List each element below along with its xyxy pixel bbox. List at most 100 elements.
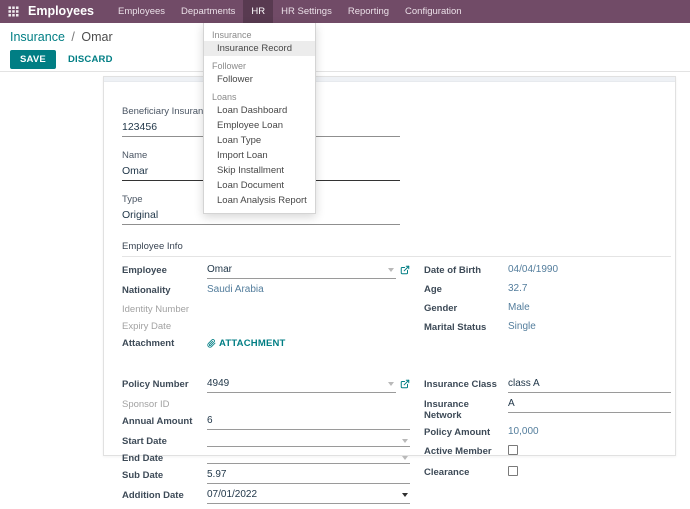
field-start-date: Start Date bbox=[122, 435, 410, 447]
breadcrumb-separator: / bbox=[68, 30, 77, 44]
insurance-network-value: A bbox=[508, 398, 515, 409]
start-date-label: Start Date bbox=[122, 435, 207, 447]
menu-item-import-loan[interactable]: Import Loan bbox=[204, 148, 315, 163]
start-date-input[interactable] bbox=[207, 435, 410, 447]
field-insurance-class: Insurance Class class A bbox=[424, 378, 671, 393]
paperclip-icon bbox=[207, 339, 216, 348]
end-date-label: End Date bbox=[122, 452, 207, 464]
end-date-input[interactable] bbox=[207, 452, 410, 464]
date-of-birth-label: Date of Birth bbox=[424, 264, 508, 276]
field-expiry-date: Expiry Date bbox=[122, 320, 410, 332]
annual-amount-label: Annual Amount bbox=[122, 415, 207, 427]
save-button[interactable]: SAVE bbox=[10, 50, 56, 69]
employee-dropdown-caret-icon[interactable] bbox=[388, 268, 394, 272]
sub-date-input[interactable]: 5.97 bbox=[207, 469, 410, 484]
attachment-button-label: ATTACHMENT bbox=[219, 338, 286, 349]
sponsor-id-value bbox=[207, 398, 410, 410]
active-member-checkbox[interactable] bbox=[508, 445, 518, 455]
menu-item-hr[interactable]: HR bbox=[243, 0, 273, 23]
insurance-details-group: Policy Number 4949 Sponsor ID Annual Amo… bbox=[122, 378, 671, 509]
nationality-value: Saudi Arabia bbox=[207, 284, 410, 298]
menu-item-follower[interactable]: Follower bbox=[204, 72, 315, 87]
date-of-birth-value: 04/04/1990 bbox=[508, 264, 671, 278]
menu-item-insurance-record[interactable]: Insurance Record bbox=[204, 41, 315, 56]
dropdown-section-loans: Loans bbox=[204, 87, 315, 103]
field-sub-date: Sub Date 5.97 bbox=[122, 469, 410, 484]
active-member-field bbox=[508, 445, 671, 461]
employee-label: Employee bbox=[122, 264, 207, 276]
employee-external-link-icon[interactable] bbox=[400, 265, 410, 275]
gender-value: Male bbox=[508, 302, 671, 316]
breadcrumb-parent-link[interactable]: Insurance bbox=[10, 30, 65, 44]
age-label: Age bbox=[424, 283, 508, 295]
insurance-class-input[interactable]: class A bbox=[508, 378, 671, 393]
active-member-label: Active Member bbox=[424, 445, 508, 457]
field-attachment: Attachment ATTACHMENT bbox=[122, 337, 410, 354]
employee-info-section-title: Employee Info bbox=[122, 241, 671, 257]
addition-date-value: 07/01/2022 bbox=[207, 489, 257, 500]
policy-amount-label: Policy Amount bbox=[424, 426, 508, 438]
discard-button[interactable]: DISCARD bbox=[62, 51, 119, 68]
breadcrumb: Insurance / Omar bbox=[10, 30, 680, 44]
annual-amount-input[interactable]: 6 bbox=[207, 415, 410, 430]
insurance-network-input[interactable]: A bbox=[508, 398, 671, 413]
employee-input[interactable]: Omar bbox=[207, 264, 396, 279]
insurance-class-label: Insurance Class bbox=[424, 378, 508, 390]
field-annual-amount: Annual Amount 6 bbox=[122, 415, 410, 430]
identity-number-label: Identity Number bbox=[122, 303, 207, 315]
policy-number-external-link-icon[interactable] bbox=[400, 379, 410, 389]
menu-item-employee-loan[interactable]: Employee Loan bbox=[204, 118, 315, 133]
field-employee: Employee Omar bbox=[122, 264, 410, 279]
menu-item-skip-installment[interactable]: Skip Installment bbox=[204, 163, 315, 178]
field-policy-number: Policy Number 4949 bbox=[122, 378, 410, 393]
field-marital-status: Marital Status Single bbox=[424, 321, 671, 335]
age-value: 32.7 bbox=[508, 283, 671, 297]
clearance-checkbox[interactable] bbox=[508, 466, 518, 476]
field-active-member: Active Member bbox=[424, 445, 671, 461]
addition-date-input[interactable]: 07/01/2022 bbox=[207, 489, 410, 504]
field-age: Age 32.7 bbox=[424, 283, 671, 297]
policy-number-dropdown-caret-icon[interactable] bbox=[388, 382, 394, 386]
policy-number-value: 4949 bbox=[207, 378, 229, 389]
menu-item-loan-type[interactable]: Loan Type bbox=[204, 133, 315, 148]
top-navbar: Employees Employees Departments HR HR Se… bbox=[0, 0, 690, 23]
menu-item-loan-document[interactable]: Loan Document bbox=[204, 178, 315, 193]
employee-value: Omar bbox=[207, 264, 232, 275]
menu-item-configuration[interactable]: Configuration bbox=[397, 0, 470, 23]
policy-number-label: Policy Number bbox=[122, 378, 207, 390]
control-panel-buttons: SAVE DISCARD bbox=[10, 50, 680, 69]
menu-item-employees[interactable]: Employees bbox=[110, 0, 173, 23]
policy-number-input[interactable]: 4949 bbox=[207, 378, 396, 393]
menu-item-loan-analysis-report[interactable]: Loan Analysis Report bbox=[204, 193, 315, 208]
apps-menu-button[interactable] bbox=[0, 0, 26, 23]
field-end-date: End Date bbox=[122, 452, 410, 464]
employee-info-group: Employee Omar Nationality Saudi Arabia I… bbox=[122, 264, 671, 359]
marital-status-value: Single bbox=[508, 321, 671, 335]
sponsor-id-label: Sponsor ID bbox=[122, 398, 207, 410]
menu-item-loan-dashboard[interactable]: Loan Dashboard bbox=[204, 103, 315, 118]
hr-dropdown-menu: Insurance Insurance Record Follower Foll… bbox=[203, 23, 316, 214]
insurance-details-right-column: Insurance Class class A Insurance Networ… bbox=[424, 378, 671, 509]
field-gender: Gender Male bbox=[424, 302, 671, 316]
clearance-label: Clearance bbox=[424, 466, 508, 478]
field-date-of-birth: Date of Birth 04/04/1990 bbox=[424, 264, 671, 278]
start-date-dropdown-caret-icon[interactable] bbox=[402, 439, 408, 443]
field-policy-amount: Policy Amount 10,000 bbox=[424, 426, 671, 440]
annual-amount-value: 6 bbox=[207, 415, 213, 426]
field-nationality: Nationality Saudi Arabia bbox=[122, 284, 410, 298]
employee-info-right-column: Date of Birth 04/04/1990 Age 32.7 Gender… bbox=[424, 264, 671, 359]
menu-item-hr-settings[interactable]: HR Settings bbox=[273, 0, 340, 23]
dropdown-section-follower: Follower bbox=[204, 56, 315, 72]
employee-info-left-column: Employee Omar Nationality Saudi Arabia I… bbox=[122, 264, 410, 359]
dropdown-section-insurance: Insurance bbox=[204, 25, 315, 41]
field-clearance: Clearance bbox=[424, 466, 671, 482]
attachment-button[interactable]: ATTACHMENT bbox=[207, 337, 286, 350]
gender-label: Gender bbox=[424, 302, 508, 314]
form-sheet-inner: Beneficiary Insurance ID 123456 Name Oma… bbox=[104, 82, 675, 509]
addition-date-dropdown-caret-icon[interactable] bbox=[402, 493, 408, 497]
menu-item-departments[interactable]: Departments bbox=[173, 0, 243, 23]
field-identity-number: Identity Number bbox=[122, 303, 410, 315]
menu-item-reporting[interactable]: Reporting bbox=[340, 0, 397, 23]
end-date-dropdown-caret-icon[interactable] bbox=[402, 456, 408, 460]
form-sheet: Beneficiary Insurance ID 123456 Name Oma… bbox=[103, 76, 676, 456]
